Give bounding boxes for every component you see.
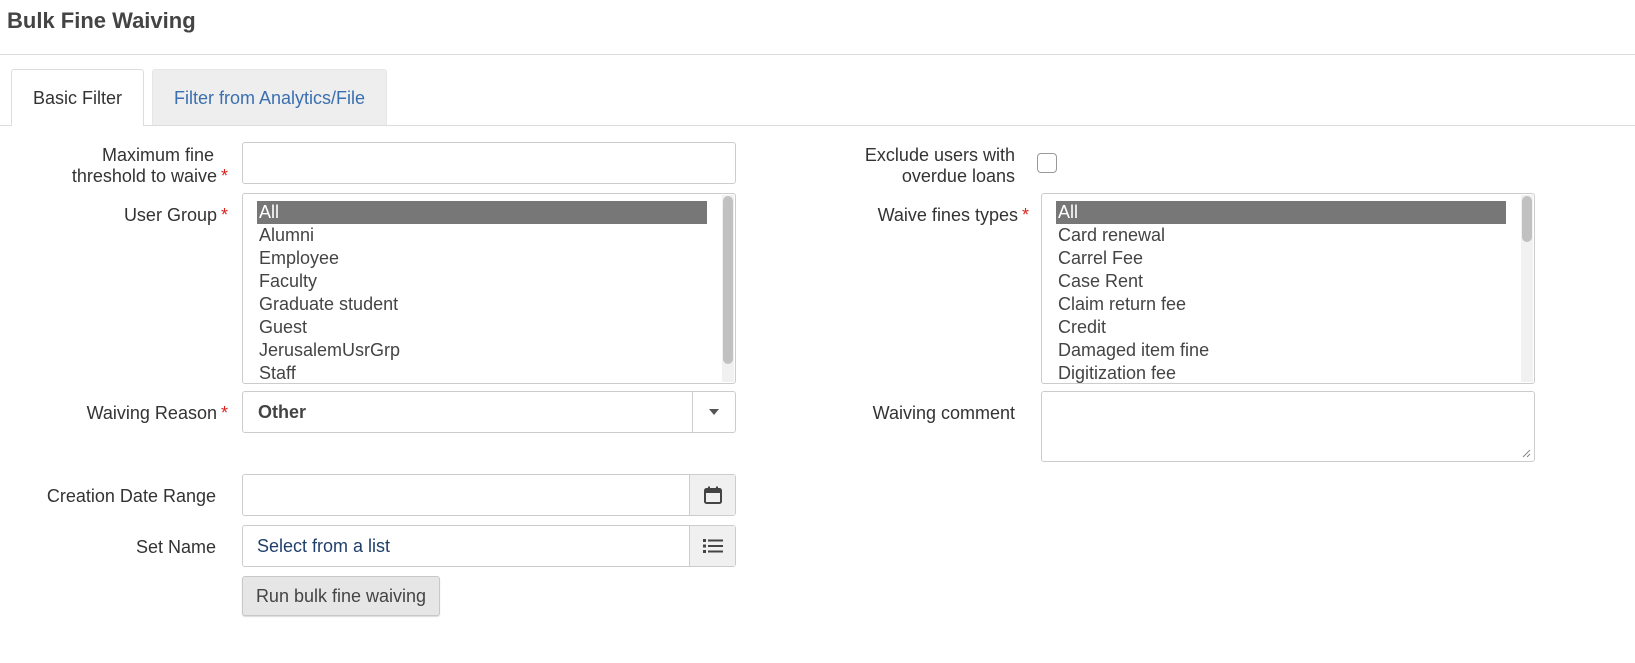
run-bulk-fine-waiving-button[interactable]: Run bulk fine waiving — [242, 576, 440, 616]
tabs-divider — [0, 125, 1635, 126]
waiving-reason-label-text: Waiving Reason — [86, 403, 217, 423]
calendar-icon — [703, 486, 722, 504]
max-fine-label-line2-wrap: threshold to waive * — [72, 166, 228, 187]
date-picker-button[interactable] — [689, 475, 735, 515]
tab-filter-from-analytics-file[interactable]: Filter from Analytics/File — [152, 69, 388, 126]
waiving-reason-label: Waiving Reason * — [87, 403, 228, 424]
waive-fines-types-label: Waive fines types * — [878, 205, 1029, 226]
waiving-comment-label: Waiving comment — [872, 403, 1015, 423]
set-name-label: Set Name — [135, 537, 216, 557]
required-marker: * — [220, 166, 228, 186]
list-option[interactable]: Credit — [1056, 316, 1506, 339]
resize-grip-icon[interactable] — [1521, 448, 1531, 458]
list-option[interactable]: Carrel Fee — [1056, 247, 1506, 270]
list-option[interactable]: Damaged item fine — [1056, 339, 1506, 362]
waive-fines-types-label-text: Waive fines types — [877, 205, 1018, 225]
list-option[interactable]: Alumni — [257, 224, 707, 247]
caret-down-icon — [709, 409, 719, 415]
user-group-options: All Alumni Employee Faculty Graduate student… — [257, 201, 707, 383]
user-group-scrollbar-thumb[interactable] — [723, 196, 733, 364]
waive-fines-types-scrollbar-thumb[interactable] — [1522, 196, 1532, 242]
list-option[interactable]: JerusalemUsrGrp — [257, 339, 707, 362]
max-fine-input[interactable] — [242, 142, 736, 184]
required-marker: * — [220, 403, 228, 423]
set-name-placeholder: Select from a list — [257, 535, 391, 556]
list-option[interactable]: Staff — [257, 362, 707, 383]
user-group-label: User Group * — [124, 205, 228, 226]
waiving-reason-select[interactable]: Other — [242, 391, 736, 433]
list-option[interactable]: Case Rent — [1056, 270, 1506, 293]
user-group-listbox[interactable]: All Alumni Employee Faculty Graduate student… — [242, 193, 736, 384]
list-option[interactable]: Guest — [257, 316, 707, 339]
waive-fines-types-options: All Card renewal Carrel Fee Case Rent Claim … — [1056, 201, 1506, 383]
title-divider — [0, 54, 1635, 55]
list-option[interactable]: Digitization fee — [1056, 362, 1506, 383]
exclude-overdue-checkbox[interactable] — [1037, 153, 1057, 173]
waive-fines-types-listbox[interactable]: All Card renewal Carrel Fee Case Rent Claim … — [1041, 193, 1535, 384]
waiving-reason-dropdown-toggle[interactable] — [692, 392, 735, 432]
list-option[interactable]: Card renewal — [1056, 224, 1506, 247]
user-group-label-text: User Group — [123, 205, 217, 225]
exclude-overdue-label-line1: Exclude users with — [864, 145, 1015, 165]
creation-date-range-label: Creation Date Range — [46, 486, 216, 506]
max-fine-label: Maximum fine threshold to waive * — [72, 145, 228, 187]
exclude-overdue-label-line2: overdue loans — [901, 166, 1015, 186]
required-marker: * — [220, 205, 228, 225]
list-option[interactable]: Faculty — [257, 270, 707, 293]
exclude-overdue-label: Exclude users with overdue loans — [865, 145, 1015, 187]
list-option[interactable]: Claim return fee — [1056, 293, 1506, 316]
set-name-list-button[interactable] — [689, 526, 735, 566]
set-name-input[interactable]: Select from a list — [242, 525, 736, 567]
page-title: Bulk Fine Waiving — [7, 8, 196, 33]
max-fine-label-line2: threshold to waive — [71, 166, 217, 186]
tab-bar: Basic Filter Filter from Analytics/File — [11, 69, 388, 126]
waiving-reason-value: Other — [258, 401, 307, 422]
list-option[interactable]: All — [257, 201, 707, 224]
list-option[interactable]: All — [1056, 201, 1506, 224]
creation-date-range-input[interactable] — [242, 474, 736, 516]
list-option[interactable]: Employee — [257, 247, 707, 270]
max-fine-label-line1: Maximum fine — [101, 145, 214, 165]
required-marker: * — [1021, 205, 1029, 225]
list-option[interactable]: Graduate student — [257, 293, 707, 316]
list-icon — [702, 539, 723, 553]
waiving-comment-textarea[interactable] — [1041, 391, 1535, 462]
tab-basic-filter[interactable]: Basic Filter — [11, 69, 145, 126]
